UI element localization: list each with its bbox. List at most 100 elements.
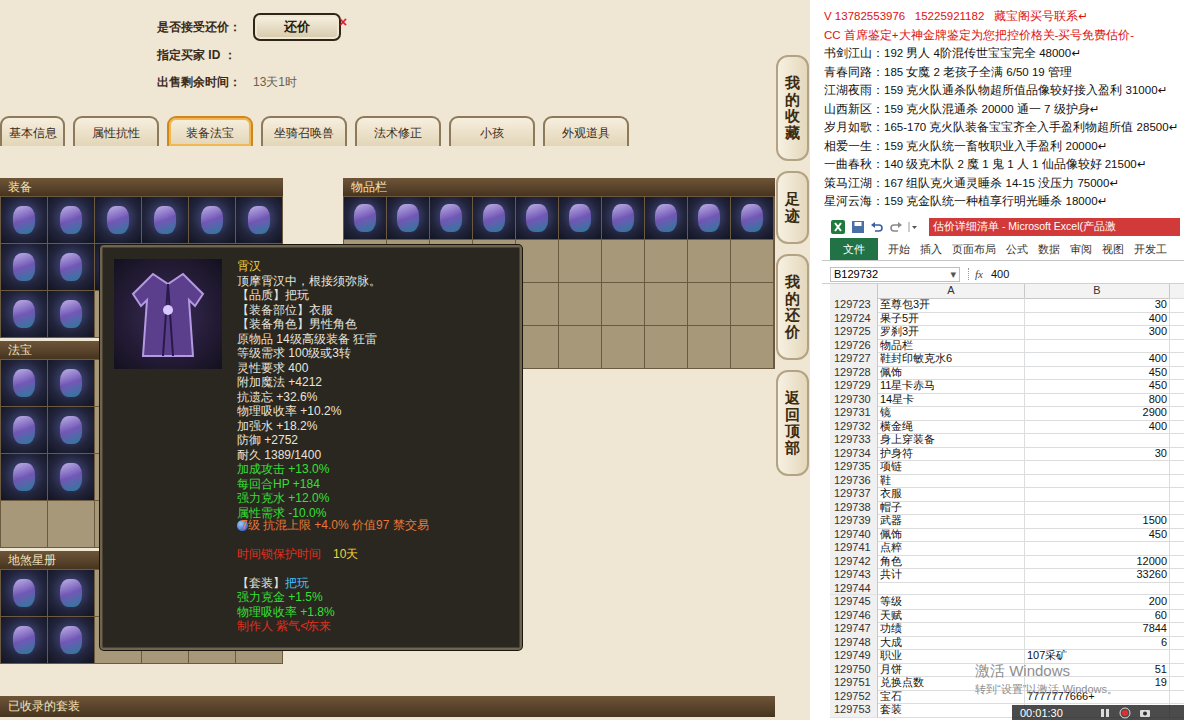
cell-b[interactable]: 2900 (1025, 406, 1170, 421)
cell-rest[interactable] (1170, 663, 1184, 678)
row-number[interactable]: 129724 (830, 312, 878, 327)
close-mark[interactable]: × (339, 14, 347, 30)
cell-a[interactable]: 护身符 (878, 447, 1025, 462)
cell-rest[interactable] (1170, 366, 1184, 381)
item-slot[interactable] (602, 283, 644, 325)
row-number[interactable]: 129744 (830, 582, 878, 596)
tab[interactable]: 法术修正 (355, 116, 441, 146)
cell-b[interactable] (1025, 433, 1170, 448)
item-slot[interactable] (430, 197, 472, 239)
cell-rest[interactable] (1170, 325, 1184, 340)
row-number[interactable]: 129737 (830, 487, 878, 502)
row-number[interactable]: 129735 (830, 460, 878, 475)
item-slot[interactable] (731, 283, 773, 325)
cell-a[interactable]: 衣服 (878, 487, 1025, 502)
formula-value[interactable]: 400 (991, 268, 1009, 280)
item-slot[interactable] (559, 197, 601, 239)
item-slot[interactable] (344, 197, 386, 239)
cell-rest[interactable] (1170, 582, 1184, 596)
cell-rest[interactable] (1170, 474, 1184, 489)
side-button[interactable]: 我的还价 (776, 254, 809, 360)
cell-a[interactable]: 角色 (878, 555, 1025, 570)
cell-a[interactable]: 兑换点数 (878, 676, 1025, 691)
item-slot[interactable] (516, 283, 558, 325)
item-slot[interactable] (48, 501, 94, 547)
item-slot[interactable] (516, 240, 558, 282)
cell-rest[interactable] (1170, 298, 1184, 313)
cell-b[interactable]: 60 (1025, 609, 1170, 624)
item-slot[interactable] (602, 240, 644, 282)
cell-b[interactable]: 450 (1025, 379, 1170, 394)
item-slot[interactable] (688, 240, 730, 282)
item-slot[interactable] (731, 326, 773, 368)
cell-a[interactable]: 项链 (878, 460, 1025, 475)
ribbon-tab[interactable]: 公式 (1006, 238, 1028, 260)
row-number[interactable]: 129736 (830, 474, 878, 489)
item-slot[interactable] (48, 360, 94, 406)
cell-b[interactable] (1025, 541, 1170, 556)
ribbon-tab[interactable]: 开发工 (1134, 238, 1167, 260)
cell-b[interactable]: 30 (1025, 298, 1170, 313)
row-number[interactable]: 129732 (830, 420, 878, 435)
item-slot[interactable] (516, 326, 558, 368)
row-number[interactable]: 129748 (830, 636, 878, 651)
item-slot[interactable] (1, 407, 47, 453)
item-slot[interactable] (189, 197, 235, 243)
cell-a[interactable]: 佩饰 (878, 528, 1025, 543)
cell-b[interactable]: 400 (1025, 420, 1170, 435)
item-slot[interactable] (1, 360, 47, 406)
side-button[interactable]: 足迹 (776, 171, 809, 244)
item-slot[interactable] (559, 283, 601, 325)
cell-rest[interactable] (1170, 676, 1184, 691)
cell-b[interactable]: 7844 (1025, 622, 1170, 637)
ribbon-tab[interactable]: 开始 (888, 238, 910, 260)
cell-rest[interactable] (1170, 420, 1184, 435)
cell-b[interactable]: 400 (1025, 312, 1170, 327)
cell-a[interactable]: 帽子 (878, 501, 1025, 516)
record-icon[interactable] (1119, 707, 1131, 719)
cell-b[interactable]: 12000 (1025, 555, 1170, 570)
cell-b[interactable]: 400 (1025, 352, 1170, 367)
camera-icon[interactable] (1139, 707, 1151, 719)
item-slot[interactable] (1, 617, 47, 663)
cell-rest[interactable] (1170, 609, 1184, 624)
cell-a[interactable]: 职业 (878, 649, 1025, 664)
row-number[interactable]: 129750 (830, 663, 878, 678)
row-number[interactable]: 129730 (830, 393, 878, 408)
cell-a[interactable]: 功绩 (878, 622, 1025, 637)
cell-b[interactable] (1025, 460, 1170, 475)
item-slot[interactable] (559, 326, 601, 368)
cell-b[interactable]: 30 (1025, 447, 1170, 462)
cell-rest[interactable] (1170, 312, 1184, 327)
cell-b[interactable] (1025, 487, 1170, 502)
cell-rest[interactable] (1170, 595, 1184, 610)
item-slot[interactable] (387, 197, 429, 239)
cell-a[interactable]: 鞋 (878, 474, 1025, 489)
cell-a[interactable]: 大成 (878, 636, 1025, 651)
cell-rest[interactable] (1170, 352, 1184, 367)
cell-b[interactable]: 300 (1025, 325, 1170, 340)
row-number[interactable]: 129741 (830, 541, 878, 556)
item-slot[interactable] (48, 617, 94, 663)
ribbon-tab[interactable]: 审阅 (1070, 238, 1092, 260)
row-number[interactable]: 129727 (830, 352, 878, 367)
row-number[interactable]: 129729 (830, 379, 878, 394)
row-number[interactable]: 129746 (830, 609, 878, 624)
row-number[interactable]: 129742 (830, 555, 878, 570)
cell-b[interactable]: 33260 (1025, 568, 1170, 583)
row-number[interactable]: 129743 (830, 568, 878, 583)
ribbon-tab[interactable]: 插入 (920, 238, 942, 260)
cell-a[interactable]: 鞋封印敏克水6 (878, 352, 1025, 367)
cell-rest[interactable] (1170, 447, 1184, 462)
cell-rest[interactable] (1170, 555, 1184, 570)
item-slot[interactable] (731, 197, 773, 239)
cell-b[interactable] (1025, 339, 1170, 354)
item-slot[interactable] (1, 197, 47, 243)
tab[interactable]: 外观道具 (543, 116, 629, 146)
cell-b[interactable]: 200 (1025, 595, 1170, 610)
cell-rest[interactable] (1170, 514, 1184, 529)
row-number[interactable]: 129739 (830, 514, 878, 529)
corner-cell[interactable] (830, 284, 878, 299)
item-slot[interactable] (688, 283, 730, 325)
counter-offer-button[interactable]: 还价 (253, 13, 341, 41)
